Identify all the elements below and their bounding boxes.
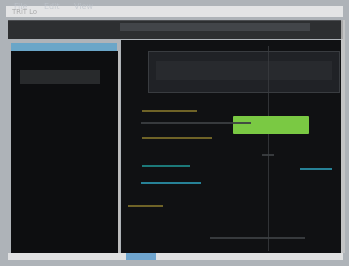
track-line <box>210 237 305 239</box>
app-window: TRiT Lo File Edit View <box>0 0 349 266</box>
track-line <box>142 110 197 112</box>
track-line <box>141 122 251 124</box>
toolbar-strip <box>120 23 310 31</box>
menu-item-view[interactable]: View <box>74 2 93 12</box>
menu-item-file[interactable]: File <box>14 2 27 12</box>
selected-highlight[interactable] <box>233 116 309 134</box>
track-line <box>142 137 212 139</box>
track-line <box>142 165 190 167</box>
track-line <box>141 182 201 184</box>
vertical-divider <box>268 46 269 251</box>
right-scrollbar[interactable] <box>341 20 345 253</box>
track-line <box>128 205 163 207</box>
status-bar-accent <box>126 253 156 260</box>
status-bar <box>8 253 343 260</box>
top-info-panel-content <box>156 61 332 80</box>
track-line <box>262 154 274 156</box>
track-line <box>300 168 332 170</box>
left-panel-row[interactable] <box>20 70 100 84</box>
left-panel-header <box>11 43 117 51</box>
menu-item-edit[interactable]: Edit <box>44 2 60 12</box>
